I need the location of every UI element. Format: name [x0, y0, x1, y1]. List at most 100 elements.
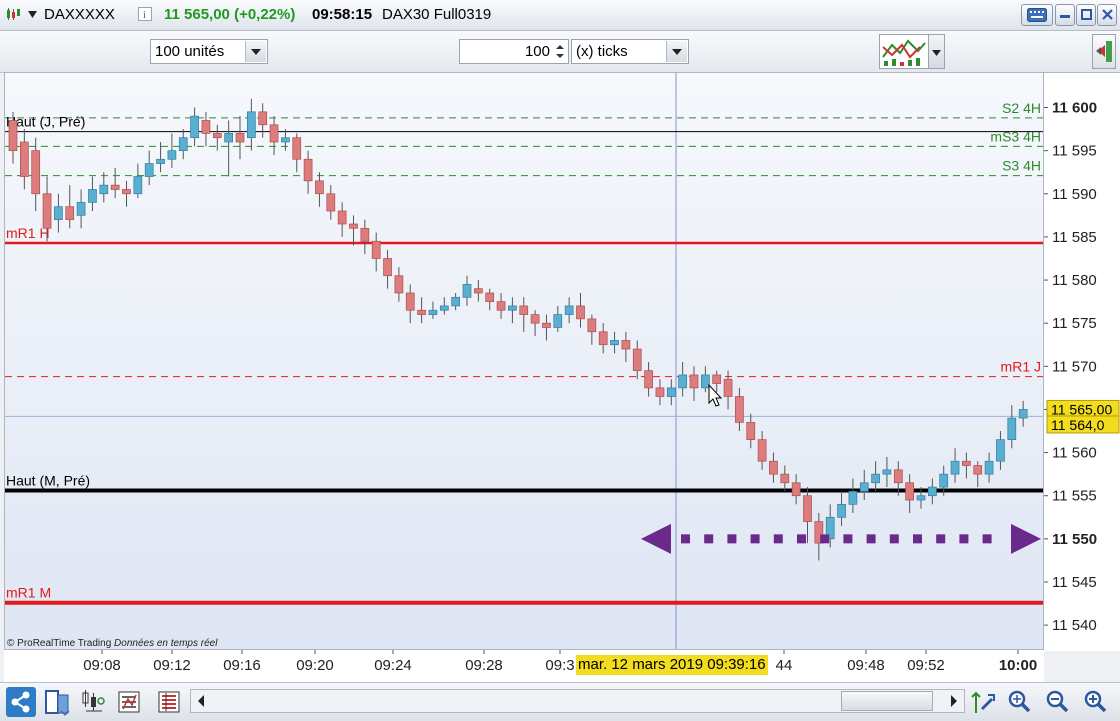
candle	[700, 366, 710, 393]
candle-body	[621, 340, 631, 350]
history-scrollbar[interactable]	[190, 689, 965, 713]
zoom-out-icon[interactable]	[1042, 687, 1072, 717]
candle	[1007, 405, 1017, 449]
candle-body	[519, 305, 529, 315]
candle	[689, 366, 699, 401]
candle-body	[235, 133, 245, 143]
info-icon[interactable]: i	[138, 7, 152, 21]
candle	[201, 111, 211, 147]
share-button[interactable]	[6, 687, 36, 717]
minimize-button[interactable]	[1055, 4, 1075, 26]
candle-body	[666, 387, 676, 397]
arrow-dot	[982, 534, 992, 544]
units-select[interactable]: 100 unités	[150, 39, 268, 64]
arrow-dot	[959, 534, 969, 544]
level-label: Haut (M, Pré)	[6, 473, 90, 489]
scroll-left-icon[interactable]	[191, 690, 211, 712]
indicators-dropdown[interactable]	[929, 34, 945, 69]
time-axis-labels: 09:08 09:12 09:16 09:20 09:24 09:28 09:3 44 09:4…	[83, 650, 1037, 674]
candle	[769, 452, 778, 483]
zoom-fit-icon[interactable]	[1004, 687, 1034, 717]
candle	[508, 297, 517, 324]
candle	[746, 413, 756, 449]
zoom-in-icon[interactable]	[1080, 687, 1110, 717]
price-chart[interactable]: S2 4HmS3 4HS3 4HHaut (J, Pré)mR1 HmR1 JH…	[5, 73, 1044, 650]
time-tick-label: 09:3	[545, 657, 574, 674]
symbol-label[interactable]: DAXXXXX	[44, 6, 115, 23]
candle-body	[31, 150, 41, 195]
mouse-cursor-icon	[708, 383, 723, 407]
candle	[950, 448, 960, 483]
price-tick-label: 11 570	[1052, 358, 1097, 375]
candle-body	[144, 163, 154, 177]
candle	[31, 137, 41, 212]
price-axis: 11 600 11 595 11 590 11 585 11 580 11 575 11 5…	[1044, 72, 1120, 651]
auto-scale-icon[interactable]	[968, 687, 998, 717]
candle	[383, 249, 392, 289]
candle	[451, 292, 460, 311]
candle-body	[735, 396, 744, 423]
candle	[326, 185, 336, 220]
ticks-value-field[interactable]: 100	[459, 39, 569, 64]
candle-body	[553, 314, 563, 328]
ticks-unit-select[interactable]: (x) ticks	[571, 39, 689, 64]
time-tick-label: 09:12	[153, 657, 191, 674]
clock-time: 09:58:15	[312, 6, 373, 23]
candle	[871, 461, 880, 492]
candle	[655, 379, 665, 406]
chart-area[interactable]: S2 4H mS3 4H S3 4H Haut (J, Pré) mR1 HmR1 JH…	[4, 72, 1044, 650]
candle-body	[405, 292, 415, 311]
candlestick-icon	[7, 8, 20, 20]
chart-window-icon[interactable]	[42, 687, 72, 717]
candle-body	[689, 374, 699, 389]
price-tick-label: 11 555	[1052, 488, 1097, 505]
candle-body	[8, 120, 18, 151]
level-label: mS3 4H	[990, 128, 1041, 144]
candle	[474, 280, 483, 302]
candle	[439, 297, 449, 315]
candle	[519, 297, 529, 332]
candle-body	[417, 309, 426, 315]
template-icon[interactable]	[114, 687, 144, 717]
candle	[235, 116, 245, 160]
candle-body	[303, 158, 313, 182]
keyboard-button[interactable]	[1021, 4, 1053, 26]
candle	[133, 163, 143, 199]
candle-body	[769, 460, 778, 475]
symbol-dropdown-icon[interactable]	[28, 11, 37, 18]
time-tick-label: 09:24	[374, 657, 412, 674]
candle-body	[122, 189, 131, 195]
candle-body	[212, 133, 222, 139]
chevron-down-icon[interactable]	[245, 41, 266, 62]
candle-body	[1007, 417, 1017, 440]
candle	[542, 314, 551, 341]
candle	[462, 275, 472, 306]
maximize-button[interactable]	[1076, 4, 1096, 26]
level-label: mR1 J	[1001, 359, 1041, 375]
candle	[303, 150, 313, 194]
arrow-dot	[889, 534, 899, 544]
candle	[247, 98, 256, 151]
price-axis-labels: 11 600 11 595 11 590 11 585 11 580 11 575 11 5…	[1044, 100, 1120, 634]
candle	[258, 103, 268, 138]
candle-body	[587, 318, 597, 333]
scroll-right-icon[interactable]	[944, 690, 964, 712]
candle-body	[962, 460, 971, 466]
candle	[54, 193, 63, 233]
candle	[1018, 400, 1028, 427]
instrument-label: DAX30 Full0319	[382, 6, 492, 23]
layout-icon[interactable]	[154, 687, 184, 717]
scroll-thumb[interactable]	[841, 691, 933, 711]
side-panel-button[interactable]	[1092, 34, 1116, 69]
candle-body	[326, 193, 336, 212]
bar-style-icon[interactable]	[78, 687, 108, 717]
spinner-icon[interactable]	[554, 42, 566, 61]
price-change: 11 565,00 (+0,22%)	[164, 6, 296, 23]
close-icon	[1102, 9, 1113, 20]
close-button[interactable]	[1097, 4, 1117, 26]
chevron-down-icon[interactable]	[666, 41, 687, 62]
indicators-button[interactable]	[879, 34, 929, 69]
time-tick-label: 44	[776, 657, 793, 674]
candle-body	[65, 206, 75, 221]
arrow-dot	[704, 534, 714, 544]
